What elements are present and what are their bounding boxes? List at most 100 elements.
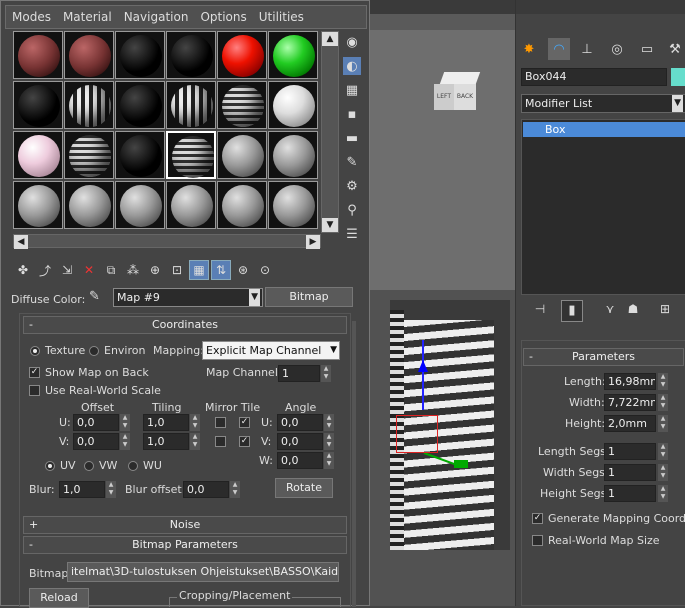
material-slot[interactable] [217, 81, 267, 129]
pin-stack-icon[interactable]: ⊣ [531, 302, 549, 320]
copy-material-icon[interactable]: ⧉ [101, 260, 121, 280]
length-segs-spinner[interactable]: ▲ ▼ [658, 443, 668, 460]
use-real-world-checkbox[interactable] [29, 385, 40, 396]
material-slot[interactable] [13, 131, 63, 179]
material-slot[interactable] [64, 181, 114, 229]
sample-uv-tiling-icon[interactable]: ▪ [343, 105, 361, 123]
material-navigator-icon[interactable]: ☰ [343, 225, 361, 243]
width-spinner[interactable]: ▲ ▼ [658, 394, 668, 411]
u-tiling-spinner[interactable]: ▲ ▼ [190, 414, 200, 431]
viewcube[interactable]: LEFT BACK [434, 72, 481, 112]
height-segs-field[interactable]: 1 [604, 485, 656, 502]
material-id-channel-icon[interactable]: ⊡ [167, 260, 187, 280]
wu-radio[interactable] [128, 461, 138, 471]
scroll-right-icon[interactable]: ▶ [306, 235, 320, 249]
scroll-up-icon[interactable]: ▲ [322, 32, 338, 46]
v-angle-spinner[interactable]: ▲ ▼ [324, 433, 334, 450]
assign-material-icon[interactable]: ⇲ [57, 260, 77, 280]
stack-item-box[interactable]: Box [523, 122, 685, 137]
height-spinner[interactable]: ▲ ▼ [658, 415, 668, 432]
u-tile-checkbox[interactable]: ✓ [239, 417, 250, 428]
u-offset-spinner[interactable]: ▲ ▼ [120, 414, 130, 431]
make-unique-icon[interactable]: ⋎ [601, 302, 619, 320]
u-mirror-checkbox[interactable] [215, 417, 226, 428]
v-tiling-field[interactable]: 1,0 [143, 433, 189, 450]
go-to-parent-icon[interactable]: ⊛ [233, 260, 253, 280]
video-color-check-icon[interactable]: ▬ [343, 129, 361, 147]
show-end-result-icon[interactable]: ⇅ [211, 260, 231, 280]
motion-tab-icon[interactable]: ◎ [606, 38, 628, 60]
material-slot[interactable] [166, 81, 216, 129]
material-slot[interactable] [268, 31, 318, 79]
menu-modes[interactable]: Modes [6, 10, 57, 24]
real-world-checkbox[interactable] [532, 535, 543, 546]
menu-utilities[interactable]: Utilities [253, 10, 310, 24]
display-tab-icon[interactable]: ▭ [636, 38, 658, 60]
v-mirror-checkbox[interactable] [215, 436, 226, 447]
texture-radio[interactable] [30, 346, 40, 356]
modifier-list-dropdown[interactable]: Modifier List ▼ [521, 94, 685, 113]
material-slot[interactable] [217, 181, 267, 229]
material-slot[interactable] [13, 81, 63, 129]
bitmap-path-button[interactable]: itelmat\3D-tulostuksen Ohjeistukset\BASS… [67, 562, 339, 582]
material-slot[interactable] [217, 31, 267, 79]
menu-options[interactable]: Options [194, 10, 252, 24]
material-slot[interactable] [115, 181, 165, 229]
material-slot[interactable] [166, 131, 216, 179]
remove-modifier-icon[interactable]: ☗ [624, 302, 642, 320]
get-material-icon[interactable]: ✤ [13, 260, 33, 280]
u-angle-spinner[interactable]: ▲ ▼ [324, 414, 334, 431]
height-segs-spinner[interactable]: ▲ ▼ [658, 485, 668, 502]
gizmo-y-arrow[interactable] [454, 460, 468, 468]
v-angle-field[interactable]: 0,0 [277, 433, 323, 450]
object-color-swatch[interactable] [671, 68, 685, 86]
create-tab-icon[interactable]: ✸ [518, 38, 540, 60]
material-slot[interactable] [268, 131, 318, 179]
blur-offset-field[interactable]: 0,0 [183, 481, 229, 498]
show-map-on-back-checkbox[interactable]: ✓ [29, 367, 40, 378]
vw-radio[interactable] [84, 461, 94, 471]
reload-button[interactable]: Reload [29, 588, 89, 608]
material-slot[interactable] [64, 131, 114, 179]
parameters-rollout-header[interactable]: - Parameters [523, 348, 684, 366]
select-by-material-icon[interactable]: ⚲ [343, 201, 361, 219]
map-type-button[interactable]: Bitmap [265, 287, 353, 307]
width-field[interactable]: 7,722mm [604, 394, 656, 411]
blur-offset-spinner[interactable]: ▲ ▼ [230, 481, 240, 498]
gen-mapping-checkbox[interactable]: ✓ [532, 513, 543, 524]
height-field[interactable]: 2,0mm [604, 415, 656, 432]
show-end-result-icon[interactable]: ▮ [561, 300, 583, 322]
menu-material[interactable]: Material [57, 10, 118, 24]
rotate-button[interactable]: Rotate [275, 478, 333, 498]
material-slot[interactable] [166, 31, 216, 79]
make-unique-icon[interactable]: ⁂ [123, 260, 143, 280]
u-tiling-field[interactable]: 1,0 [143, 414, 189, 431]
bitmap-params-rollout-header[interactable]: - Bitmap Parameters [23, 536, 347, 554]
material-slot[interactable] [13, 31, 63, 79]
modify-tab-icon[interactable]: ◠ [548, 38, 570, 60]
width-segs-field[interactable]: 1 [604, 464, 656, 481]
put-to-library-icon[interactable]: ⊕ [145, 260, 165, 280]
blur-spinner[interactable]: ▲ ▼ [106, 481, 116, 498]
backlight-icon[interactable]: ◐ [343, 57, 361, 75]
background-checker-icon[interactable]: ▦ [343, 81, 361, 99]
width-segs-spinner[interactable]: ▲ ▼ [658, 464, 668, 481]
hierarchy-tab-icon[interactable]: ⊥ [576, 38, 598, 60]
material-slot[interactable] [268, 181, 318, 229]
map-channel-spinner[interactable]: ▲ ▼ [321, 365, 331, 382]
make-preview-icon[interactable]: ✎ [343, 153, 361, 171]
eyedropper-icon[interactable]: ✎ [89, 289, 100, 304]
viewcube-left-face[interactable]: LEFT [434, 84, 454, 110]
viewcube-back-face[interactable]: BACK [454, 84, 476, 110]
u-offset-field[interactable]: 0,0 [73, 414, 119, 431]
viewport[interactable]: LEFT BACK [370, 0, 515, 606]
material-slot[interactable] [115, 131, 165, 179]
blur-field[interactable]: 1,0 [59, 481, 105, 498]
v-tiling-spinner[interactable]: ▲ ▼ [190, 433, 200, 450]
material-slot[interactable] [64, 81, 114, 129]
environ-radio[interactable] [89, 346, 99, 356]
go-forward-sibling-icon[interactable]: ⊙ [255, 260, 275, 280]
gizmo-z-axis[interactable] [422, 340, 424, 410]
material-slot[interactable] [64, 31, 114, 79]
map-name-dropdown-icon[interactable]: ▼ [249, 289, 260, 306]
